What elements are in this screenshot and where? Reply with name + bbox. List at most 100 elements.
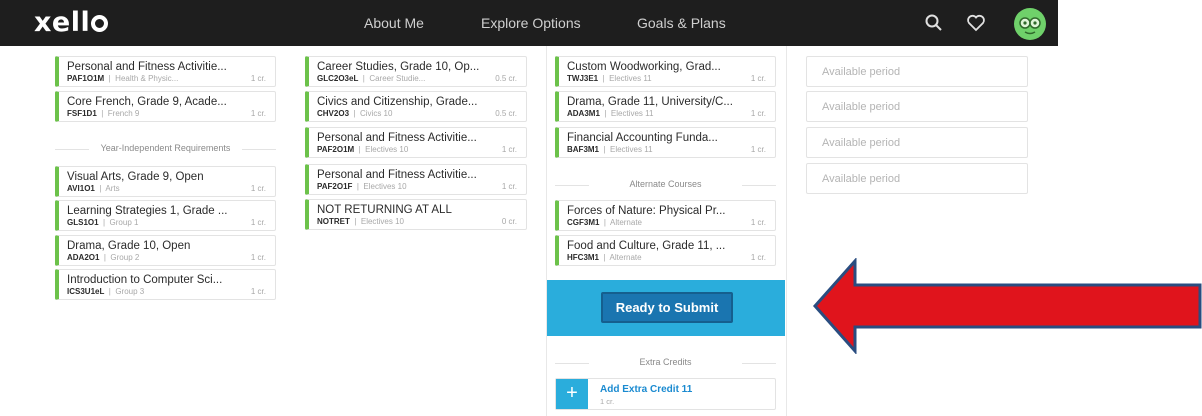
course-meta: ICS3U1eL | Group 3 (67, 287, 145, 296)
course-credit: 1 cr. (250, 218, 266, 227)
nav-about-me[interactable]: About Me (364, 15, 424, 31)
course-credit: 1 cr. (501, 145, 517, 154)
course-card-twj3e1[interactable]: Custom Woodworking, Grad... TWJ3E1 | Ele… (555, 56, 776, 87)
available-period-slot[interactable]: Available period (806, 163, 1028, 194)
course-title: Civics and Citizenship, Grade... (317, 96, 478, 108)
course-title: Visual Arts, Grade 9, Open (67, 171, 204, 183)
course-code: CGF3M1 (567, 218, 600, 227)
course-meta: BAF3M1 | Electives 11 (567, 145, 653, 154)
course-code: PAF1O1M (67, 74, 105, 83)
plus-icon: + (556, 379, 588, 409)
heart-icon[interactable] (966, 13, 986, 33)
course-credit: 1 cr. (750, 145, 766, 154)
avatar[interactable] (1014, 8, 1046, 40)
course-meta: GLC2O3eL | Career Studie... (317, 74, 426, 83)
course-credit: 1 cr. (250, 109, 266, 118)
course-credit: 1 cr. (250, 74, 266, 83)
available-period-slot[interactable]: Available period (806, 127, 1028, 158)
top-nav: xell About Me Explore Options Goals & Pl… (0, 0, 1058, 46)
course-title: Core French, Grade 9, Acade... (67, 96, 227, 108)
course-credit: 1 cr. (750, 253, 766, 262)
course-meta: AVI1O1 | Arts (67, 184, 120, 193)
course-card-fsf1d1[interactable]: Core French, Grade 9, Acade... FSF1D1 | … (55, 91, 276, 122)
course-card-glc2o3el[interactable]: Career Studies, Grade 10, Op... GLC2O3eL… (305, 56, 527, 87)
course-meta: PAF1O1M | Health & Physic... (67, 74, 179, 83)
xello-logo[interactable]: xell (34, 7, 109, 38)
course-card-ada2o1[interactable]: Drama, Grade 10, Open ADA2O1 | Group 2 1… (55, 235, 276, 266)
add-extra-credit-button[interactable]: + Add Extra Credit 11 1 cr. (555, 378, 776, 410)
course-title: Financial Accounting Funda... (567, 132, 718, 144)
course-category: Arts (105, 184, 120, 193)
section-extra-credits: Extra Credits (555, 357, 776, 371)
course-code: ADA3M1 (567, 109, 600, 118)
course-meta: HFC3M1 | Alternate (567, 253, 642, 262)
course-credit: 1 cr. (501, 182, 517, 191)
column-divider (546, 46, 547, 416)
nav-explore-options[interactable]: Explore Options (481, 15, 581, 31)
period-label: Available period (822, 137, 901, 149)
period-label: Available period (822, 101, 901, 113)
course-card-notret[interactable]: NOT RETURNING AT ALL NOTRET | Electives … (305, 199, 527, 230)
course-credit: 1 cr. (750, 218, 766, 227)
course-card-paf1o1m[interactable]: Personal and Fitness Activitie... PAF1O1… (55, 56, 276, 87)
course-category: Electives 10 (365, 145, 409, 154)
submit-panel: Ready to Submit (547, 280, 785, 336)
course-code: PAF2O1M (317, 145, 355, 154)
course-category: Electives 11 (609, 145, 653, 154)
course-meta: PAF2O1F | Electives 10 (317, 182, 407, 191)
course-card-avi1o1[interactable]: Visual Arts, Grade 9, Open AVI1O1 | Arts… (55, 166, 276, 197)
course-card-chv2o3[interactable]: Civics and Citizenship, Grade... CHV2O3 … (305, 91, 527, 122)
course-code: ADA2O1 (67, 253, 100, 262)
course-meta: ADA2O1 | Group 2 (67, 253, 140, 262)
course-meta: ADA3M1 | Electives 11 (567, 109, 654, 118)
course-title: Drama, Grade 11, University/C... (567, 96, 733, 108)
course-code: TWJ3E1 (567, 74, 599, 83)
course-meta: CHV2O3 | Civics 10 (317, 109, 393, 118)
course-card-hfc3m1[interactable]: Food and Culture, Grade 11, ... HFC3M1 |… (555, 235, 776, 266)
course-category: Electives 10 (360, 217, 404, 226)
course-meta: TWJ3E1 | Electives 11 (567, 74, 652, 83)
course-code: PAF2O1F (317, 182, 353, 191)
course-title: Introduction to Computer Sci... (67, 274, 223, 286)
course-card-cgf3m1[interactable]: Forces of Nature: Physical Pr... CGF3M1 … (555, 200, 776, 231)
course-title: Learning Strategies 1, Grade ... (67, 205, 228, 217)
course-card-baf3m1[interactable]: Financial Accounting Funda... BAF3M1 | E… (555, 127, 776, 158)
course-title: Personal and Fitness Activitie... (67, 61, 227, 73)
period-label: Available period (822, 66, 901, 78)
course-card-paf2o1m[interactable]: Personal and Fitness Activitie... PAF2O1… (305, 127, 527, 158)
course-meta: PAF2O1M | Electives 10 (317, 145, 409, 154)
nav-goals-plans[interactable]: Goals & Plans (637, 15, 726, 31)
course-title: NOT RETURNING AT ALL (317, 204, 452, 216)
extra-credit-title: Add Extra Credit 11 (600, 384, 693, 395)
search-icon[interactable] (924, 13, 944, 33)
course-credit: 0 cr. (501, 217, 517, 226)
course-credit: 1 cr. (250, 253, 266, 262)
red-arrow-annotation (812, 258, 1202, 354)
course-credit: 0.5 cr. (495, 74, 517, 83)
course-meta: CGF3M1 | Alternate (567, 218, 643, 227)
course-card-ada3m1[interactable]: Drama, Grade 11, University/C... ADA3M1 … (555, 91, 776, 122)
course-credit: 1 cr. (250, 287, 266, 296)
course-card-ics3u1el[interactable]: Introduction to Computer Sci... ICS3U1eL… (55, 269, 276, 300)
period-label: Available period (822, 173, 901, 185)
course-card-paf2o1f[interactable]: Personal and Fitness Activitie... PAF2O1… (305, 164, 527, 195)
available-period-slot[interactable]: Available period (806, 56, 1028, 87)
ready-to-submit-button[interactable]: Ready to Submit (601, 292, 733, 323)
course-title: Custom Woodworking, Grad... (567, 61, 721, 73)
course-meta: GLS1O1 | Group 1 (67, 218, 139, 227)
course-category: French 9 (107, 109, 140, 118)
course-category: Health & Physic... (115, 74, 179, 83)
extra-credit-amount: 1 cr. (600, 397, 615, 406)
course-category: Group 2 (110, 253, 140, 262)
course-title: Food and Culture, Grade 11, ... (567, 240, 726, 252)
course-category: Electives 11 (610, 109, 654, 118)
course-card-gls1o1[interactable]: Learning Strategies 1, Grade ... GLS1O1 … (55, 200, 276, 231)
course-credit: 1 cr. (750, 109, 766, 118)
section-alternate-courses: Alternate Courses (555, 179, 776, 193)
course-category: Electives 11 (609, 74, 652, 83)
column-divider (786, 46, 787, 416)
course-title: Personal and Fitness Activitie... (317, 169, 477, 181)
course-title: Forces of Nature: Physical Pr... (567, 205, 726, 217)
course-category: Alternate (609, 218, 643, 227)
available-period-slot[interactable]: Available period (806, 91, 1028, 122)
